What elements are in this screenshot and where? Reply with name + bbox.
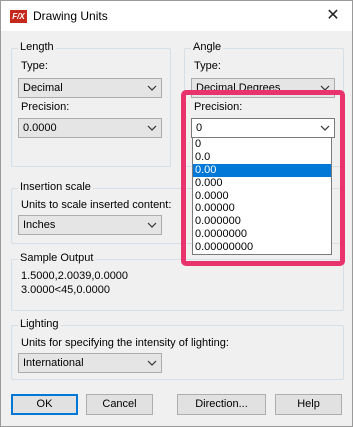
chevron-down-icon — [147, 85, 157, 91]
close-button[interactable]: ✕ — [319, 3, 347, 29]
length-precision-value: 0.0000 — [23, 122, 57, 134]
chevron-down-icon — [147, 222, 157, 228]
insertion-scale-legend: Insertion scale — [18, 181, 93, 193]
ok-button[interactable]: OK — [11, 394, 78, 415]
chevron-down-icon — [147, 360, 157, 366]
lighting-units-select[interactable]: International — [18, 353, 162, 373]
length-type-value: Decimal — [23, 82, 63, 94]
help-button[interactable]: Help — [275, 394, 342, 415]
length-precision-label: Precision: — [21, 101, 70, 113]
insertion-scale-label: Units to scale inserted content: — [21, 199, 172, 211]
lighting-legend: Lighting — [18, 318, 61, 330]
length-type-select[interactable]: Decimal — [18, 78, 162, 98]
lighting-label: Units for specifying the intensity of li… — [21, 337, 229, 349]
angle-type-label: Type: — [194, 60, 221, 72]
annotation-highlight-box — [181, 90, 345, 266]
sample-output-line2: 3.0000<45,0.0000 — [21, 284, 111, 296]
direction-button[interactable]: Direction... — [177, 394, 266, 415]
insertion-units-value: Inches — [23, 219, 56, 231]
angle-legend: Angle — [191, 41, 224, 53]
insertion-units-select[interactable]: Inches — [18, 215, 162, 235]
length-type-label: Type: — [21, 60, 48, 72]
sample-output-legend: Sample Output — [18, 252, 96, 264]
sample-output-line1: 1.5000,2.0039,0.0000 — [21, 270, 129, 282]
length-legend: Length — [18, 41, 56, 53]
length-precision-select[interactable]: 0.0000 — [18, 118, 162, 138]
lighting-units-value: International — [23, 357, 84, 369]
app-icon: F/X — [10, 10, 27, 23]
title-bar: F/X Drawing Units ✕ — [1, 1, 352, 31]
cancel-button[interactable]: Cancel — [86, 394, 153, 415]
dialog-title: Drawing Units — [33, 9, 108, 23]
chevron-down-icon — [147, 125, 157, 131]
